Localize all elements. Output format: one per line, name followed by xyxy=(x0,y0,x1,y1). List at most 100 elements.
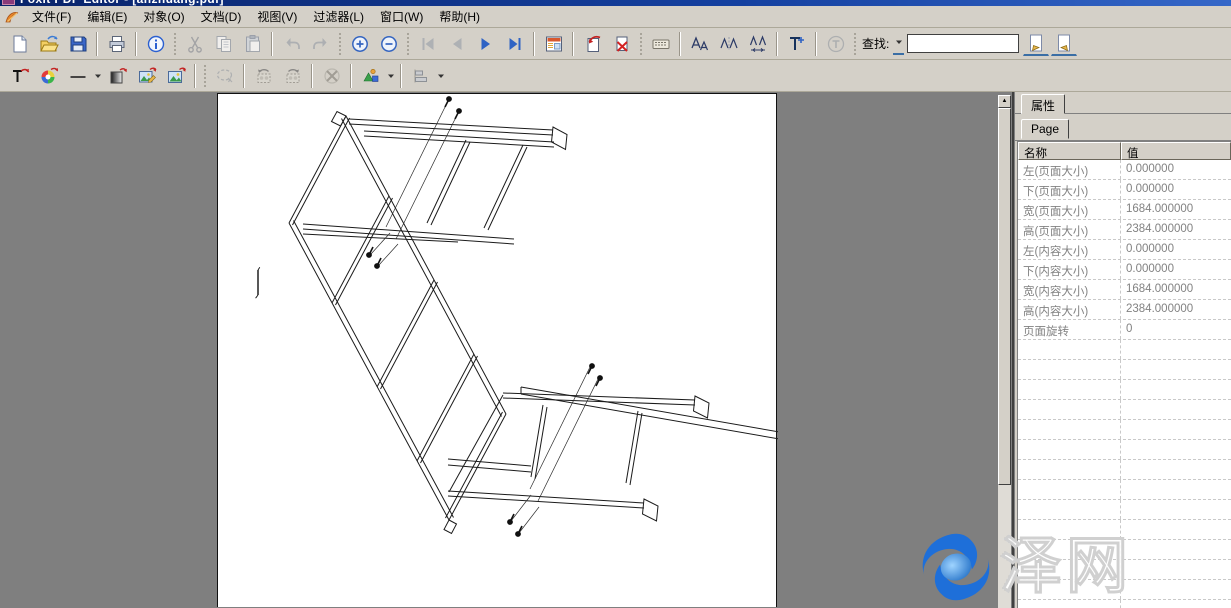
scroll-up-button[interactable]: ▲ xyxy=(998,95,1011,108)
align-dropdown[interactable] xyxy=(435,65,446,87)
property-row: 页面旋转0 xyxy=(1018,320,1231,340)
menu-item-4[interactable]: 文档(D) xyxy=(193,6,250,28)
toolbar-separator xyxy=(135,32,137,56)
text-orientation-button[interactable] xyxy=(822,31,849,57)
property-value[interactable]: 0.000000 xyxy=(1121,240,1231,259)
property-row-empty xyxy=(1018,340,1231,360)
font-spacing-button[interactable] xyxy=(744,31,771,57)
image-edit-tool-button[interactable] xyxy=(133,63,160,89)
shapes-dropdown[interactable] xyxy=(385,65,396,87)
open-document-icon xyxy=(39,34,59,54)
menu-item-6[interactable]: 过滤器(L) xyxy=(305,6,372,28)
property-value[interactable]: 2384.000000 xyxy=(1121,220,1231,239)
property-value[interactable]: 0.000000 xyxy=(1121,260,1231,279)
property-value xyxy=(1121,480,1231,499)
shapes-tool-icon xyxy=(361,66,381,86)
undo-button[interactable] xyxy=(278,31,305,57)
document-info-button[interactable] xyxy=(142,31,169,57)
font-size-button[interactable] xyxy=(686,31,713,57)
paste-icon xyxy=(243,34,263,54)
menu-item-7[interactable]: 窗口(W) xyxy=(372,6,431,28)
app-icon[interactable] xyxy=(2,0,15,5)
image-replace-tool-button[interactable] xyxy=(162,63,189,89)
menu-item-2[interactable]: 编辑(E) xyxy=(79,6,135,28)
document-page[interactable] xyxy=(217,93,777,607)
column-header-value[interactable]: 值 xyxy=(1121,142,1231,160)
color-picker-tool-button[interactable] xyxy=(35,63,62,89)
vertical-scrollbar[interactable]: ▲ xyxy=(998,95,1011,608)
page-thumbnails-button[interactable] xyxy=(540,31,567,57)
shapes-tool-button[interactable] xyxy=(357,63,384,89)
delete-object-icon xyxy=(322,66,342,86)
last-page-button[interactable] xyxy=(501,31,528,57)
menu-item-5[interactable]: 视图(V) xyxy=(249,6,305,28)
rotate-selection-right-button[interactable] xyxy=(279,63,306,89)
property-row-empty xyxy=(1018,420,1231,440)
property-value[interactable]: 0.000000 xyxy=(1121,160,1231,179)
property-row-empty xyxy=(1018,380,1231,400)
column-header-name[interactable]: 名称 xyxy=(1018,142,1121,160)
text-edit-tool-button[interactable] xyxy=(6,63,33,89)
property-row: 宽(内容大小)1684.000000 xyxy=(1018,280,1231,300)
copy-button[interactable] xyxy=(210,31,237,57)
property-value[interactable]: 2384.000000 xyxy=(1121,300,1231,319)
line-style-tool-button[interactable] xyxy=(64,63,91,89)
find-input[interactable] xyxy=(907,34,1019,53)
toolbar-separator xyxy=(243,64,245,88)
next-page-button[interactable] xyxy=(472,31,499,57)
property-value[interactable]: 0.000000 xyxy=(1121,180,1231,199)
property-value xyxy=(1121,500,1231,519)
property-value[interactable]: 1684.000000 xyxy=(1121,200,1231,219)
font-kerning-button[interactable] xyxy=(715,31,742,57)
property-name: 高(页面大小) xyxy=(1018,220,1121,239)
find-forward-button[interactable] xyxy=(1051,31,1077,56)
page-tab[interactable]: Page xyxy=(1021,119,1069,139)
new-document-button[interactable] xyxy=(6,31,33,57)
cut-button[interactable] xyxy=(181,31,208,57)
foxit-document-icon[interactable] xyxy=(4,9,20,25)
property-grid-header: 名称 值 xyxy=(1018,142,1231,160)
save-document-button[interactable] xyxy=(64,31,91,57)
first-page-button[interactable] xyxy=(414,31,441,57)
find-backward-button[interactable] xyxy=(1023,31,1049,56)
line-style-dropdown[interactable] xyxy=(92,65,103,87)
scrollbar-thumb[interactable] xyxy=(998,108,1011,485)
color-picker-tool-icon xyxy=(39,66,59,86)
paste-button[interactable] xyxy=(239,31,266,57)
open-document-button[interactable] xyxy=(35,31,62,57)
edit-toolbar xyxy=(0,60,1231,92)
import-page-button[interactable] xyxy=(579,31,606,57)
property-row-empty xyxy=(1018,460,1231,480)
property-row: 高(页面大小)2384.000000 xyxy=(1018,220,1231,240)
menu-item-1[interactable]: 文件(F) xyxy=(24,6,79,28)
zoom-out-button[interactable] xyxy=(375,31,402,57)
property-name: 左(内容大小) xyxy=(1018,240,1121,259)
zoom-in-button[interactable] xyxy=(346,31,373,57)
property-name xyxy=(1018,540,1121,559)
find-dropdown[interactable] xyxy=(893,33,904,55)
rotate-selection-left-button[interactable] xyxy=(250,63,277,89)
property-value[interactable]: 0 xyxy=(1121,320,1231,339)
delete-object-button[interactable] xyxy=(318,63,345,89)
menu-item-8[interactable]: 帮助(H) xyxy=(431,6,488,28)
property-name xyxy=(1018,340,1121,359)
properties-tab[interactable]: 属性 xyxy=(1021,94,1065,114)
property-value xyxy=(1121,600,1231,608)
rotate-selection-right-icon xyxy=(283,66,303,86)
delete-page-button[interactable] xyxy=(608,31,635,57)
property-value xyxy=(1121,540,1231,559)
previous-page-button[interactable] xyxy=(443,31,470,57)
lasso-select-button[interactable] xyxy=(211,63,238,89)
keyboard-input-button[interactable] xyxy=(647,31,674,57)
print-button[interactable] xyxy=(103,31,130,57)
gradient-tool-button[interactable] xyxy=(104,63,131,89)
property-value xyxy=(1121,400,1231,419)
property-value[interactable]: 1684.000000 xyxy=(1121,280,1231,299)
panel-tab-row: Page xyxy=(1015,114,1231,141)
add-text-button[interactable] xyxy=(783,31,810,57)
redo-button[interactable] xyxy=(307,31,334,57)
align-tool-button[interactable] xyxy=(407,63,434,89)
menu-item-3[interactable]: 对象(O) xyxy=(135,6,192,28)
property-name: 下(内容大小) xyxy=(1018,260,1121,279)
property-value xyxy=(1121,380,1231,399)
